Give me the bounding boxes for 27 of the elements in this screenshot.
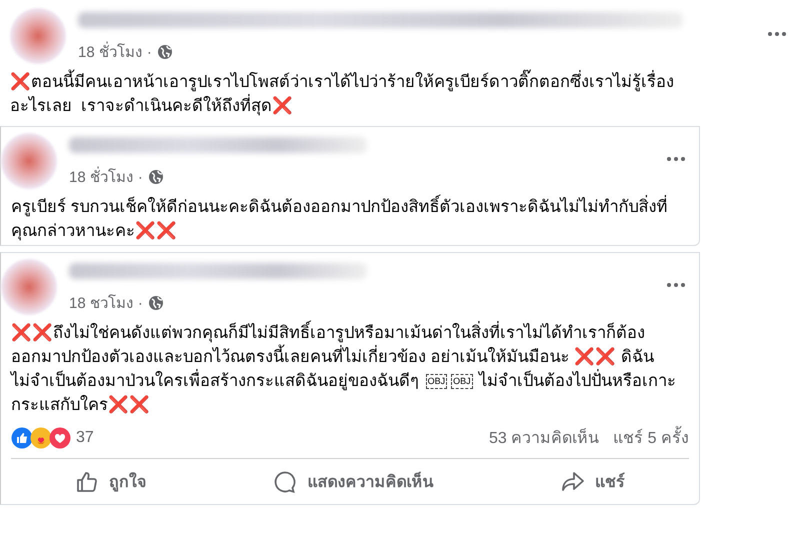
share-arrow-icon [561,470,586,494]
object-placeholder-box: OBJ [426,374,448,389]
object-placeholder-box: OBJ [451,374,473,389]
avatar[interactable] [1,259,57,315]
speech-bubble-icon [273,470,298,494]
post-time[interactable]: 18 ชั่วโมง [78,40,142,64]
reaction-icons[interactable] [11,426,68,448]
avatar[interactable] [10,8,66,64]
post-text: ❌ตอนนี้มีคนเอาหน้าเอารูปเราไปโพสต์ว่าเราได้ไปว่าร้ายให้ครูเบียร์ดาวติ๊กตอกซึ่งเราไม่รู้เรื่อง อะไรเลย เราจะดำเนินคะดีให้ถึงที่สุด❌ [10,64,790,120]
comment-count[interactable]: 53 ความคิดเห็น [488,425,600,450]
share-count[interactable]: แชร์ 5 ครั้ง [613,425,689,450]
separator-dot: · [138,294,143,312]
share-button[interactable]: แชร์ [553,465,634,498]
globe-icon [156,44,173,60]
post-time[interactable]: 18 ชวโมง [69,291,133,315]
like-button[interactable]: ถูกใจ [66,465,154,498]
avatar[interactable] [1,133,57,189]
reaction-count[interactable]: 37 [76,428,94,446]
globe-icon [148,295,164,311]
separator-dot: · [138,168,143,186]
post-text: ❌❌ถึงไม่ใช่คนดังแต่พวกคุณก็มีไม่มีสิทธิ์เอารูปหรือมาเม้นด่าในสิ่งที่เราไม่ได้ทำเราก็ต้อง ออกมาปกป้องตัวเองและบอกไว้ณตรงนี้เลยคนที่ไม่เกี่ยวข้อง อย่าเม้นให้มันมือนะ ❌❌ ดิฉัน ไม่จำเป็นต้องมาป่วนใครเพื่อสร้างกระแสดิฉันอยู่ของฉันดีๆ OBJ OBJ ไม่จำเป็นต้องไปปั่นหรือเกาะ กระแสกับใคร❌❌ [1,315,689,419]
comment-button[interactable]: แสดงความคิดเห็น [265,465,442,498]
thumbs-up-icon [74,470,99,494]
post-text: ครูเบียร์ รบกวนเช็คให้ดีก่อนนะคะดิฉันต้องออกมาปกป้องสิทธิ์ตัวเองเพราะดิฉันไม่ไม่ทำกับสิ่งที่ คุณกล่าวหานะคะ❌❌ [1,189,689,245]
globe-icon [148,169,164,185]
post-time[interactable]: 18 ชั่วโมง [69,165,133,189]
separator-dot: · [146,44,152,60]
